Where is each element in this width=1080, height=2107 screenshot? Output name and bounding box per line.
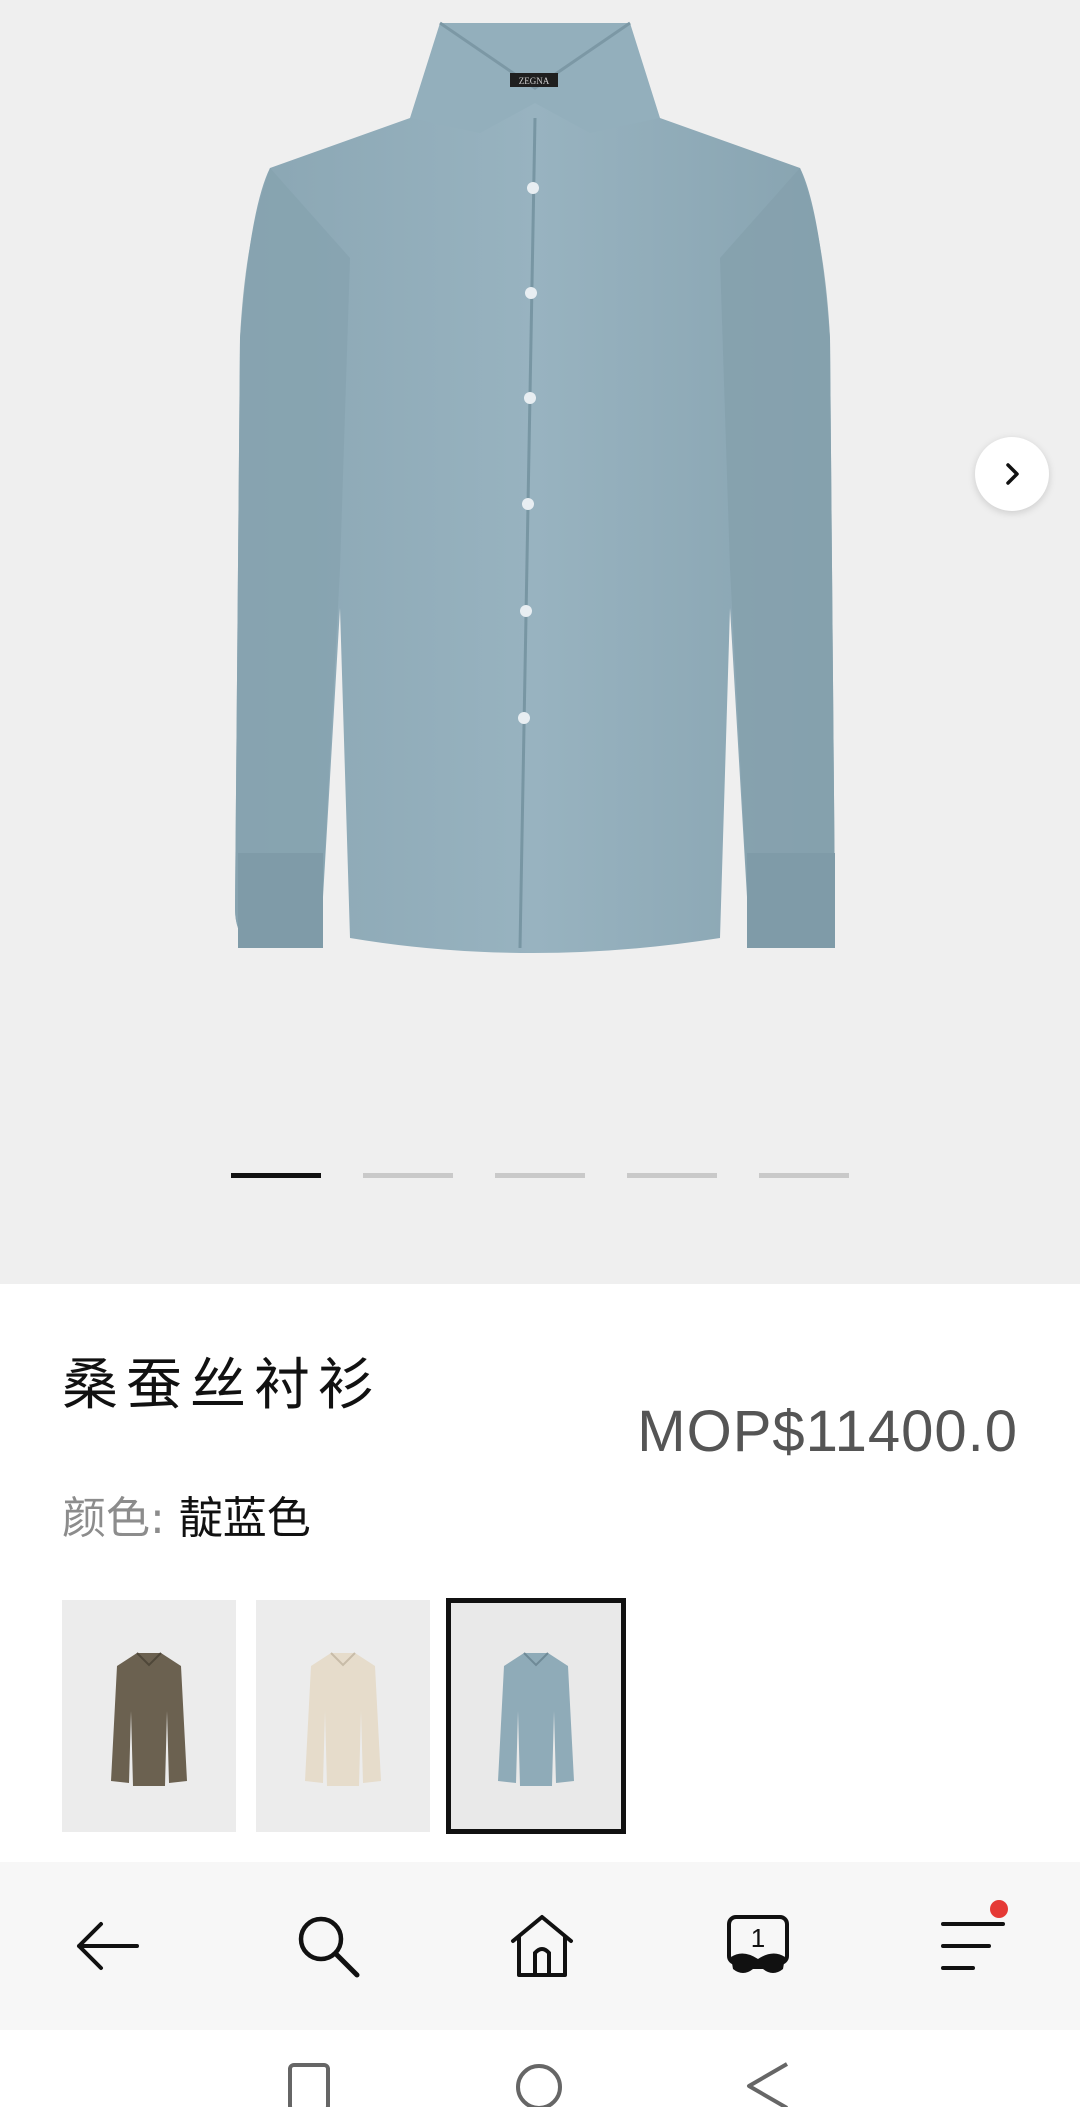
swatch-cream[interactable] bbox=[256, 1600, 430, 1832]
product-image-gallery[interactable]: ZEGNA bbox=[0, 0, 1080, 1284]
chevron-right-icon bbox=[1006, 463, 1019, 485]
menu-icon bbox=[941, 1922, 1005, 1970]
swatch-brown[interactable] bbox=[62, 1600, 236, 1832]
pager-dot-3[interactable] bbox=[495, 1173, 585, 1178]
back-button[interactable] bbox=[68, 1906, 148, 1986]
recent-apps-icon[interactable] bbox=[287, 2062, 331, 2107]
color-label: 颜色: bbox=[62, 1493, 179, 1544]
search-button[interactable] bbox=[288, 1906, 368, 1986]
back-triangle-icon[interactable] bbox=[745, 2062, 791, 2107]
tab-count: 1 bbox=[751, 1923, 765, 1953]
swatch-blue[interactable] bbox=[446, 1598, 626, 1834]
brand-label: ZEGNA bbox=[519, 76, 550, 86]
shirt-thumbnail-brown bbox=[111, 1652, 187, 1786]
back-arrow-icon bbox=[77, 1922, 139, 1970]
tabs-icon: 1 bbox=[727, 1915, 789, 1973]
browser-toolbar: 1 bbox=[0, 1862, 1080, 2030]
home-icon bbox=[511, 1915, 573, 1977]
pager-dot-4[interactable] bbox=[627, 1173, 717, 1178]
shirt-thumbnail-blue bbox=[498, 1652, 574, 1786]
color-value: 靛蓝色 bbox=[178, 1493, 311, 1544]
home-circle-icon[interactable] bbox=[514, 2062, 564, 2107]
pager-dot-1[interactable] bbox=[231, 1173, 321, 1178]
product-title: 桑蚕丝衬衫 bbox=[62, 1353, 382, 1418]
gallery-pager bbox=[0, 1173, 1080, 1179]
tabs-button[interactable]: 1 bbox=[718, 1906, 798, 1986]
search-icon bbox=[298, 1916, 360, 1978]
next-image-button[interactable] bbox=[975, 437, 1049, 511]
pager-dot-2[interactable] bbox=[363, 1173, 453, 1178]
color-row: 颜色: 靛蓝色 bbox=[62, 1482, 311, 1546]
shirt-thumbnail-cream bbox=[305, 1652, 381, 1786]
menu-button[interactable] bbox=[932, 1900, 1012, 1986]
notification-dot bbox=[990, 1900, 1008, 1918]
product-price: MOP$11400.0 bbox=[637, 1399, 1018, 1464]
home-button[interactable] bbox=[502, 1906, 582, 1986]
shirt-image: ZEGNA bbox=[235, 21, 835, 953]
pager-dot-5[interactable] bbox=[759, 1173, 849, 1178]
